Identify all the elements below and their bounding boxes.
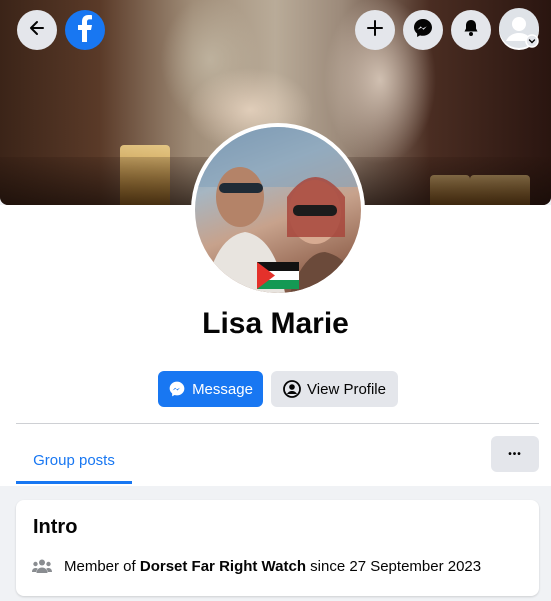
message-button[interactable]: Message [158,371,263,407]
facebook-logo-link[interactable] [65,10,105,50]
messenger-button[interactable] [403,10,443,50]
plus-icon [365,18,385,43]
back-button[interactable] [17,10,57,50]
tab-group-posts-label: Group posts [33,452,115,469]
messenger-icon [168,380,186,398]
divider [16,423,539,424]
profile-avatar[interactable] [191,123,365,297]
view-profile-button[interactable]: View Profile [271,371,398,407]
profile-picture [195,127,361,293]
message-button-label: Message [192,380,253,398]
account-avatar-icon [499,7,539,53]
facebook-logo-icon [65,8,105,53]
notifications-button[interactable] [451,10,491,50]
create-button[interactable] [355,10,395,50]
more-options-icon: ••• [508,448,522,460]
membership-prefix: Member of [64,557,136,575]
active-tab-indicator [16,481,132,484]
back-arrow-icon [27,18,47,43]
tab-group-posts[interactable]: Group posts [16,437,132,484]
more-options-button[interactable]: ••• [491,436,539,472]
membership-since: since 27 September 2023 [310,557,482,575]
view-profile-label: View Profile [307,380,386,398]
intro-title: Intro [33,516,78,538]
account-button[interactable] [499,7,539,53]
membership-info: Member of Dorset Far Right Watch since 2… [32,556,481,576]
profile-name: Lisa Marie [202,307,349,340]
user-circle-icon [283,380,301,398]
bell-icon [461,18,481,43]
intro-card: Intro Member of Dorset Far Right Watch s… [16,500,539,596]
group-name-link[interactable]: Dorset Far Right Watch [140,558,306,575]
group-members-icon [32,556,52,576]
messenger-icon [412,17,434,44]
